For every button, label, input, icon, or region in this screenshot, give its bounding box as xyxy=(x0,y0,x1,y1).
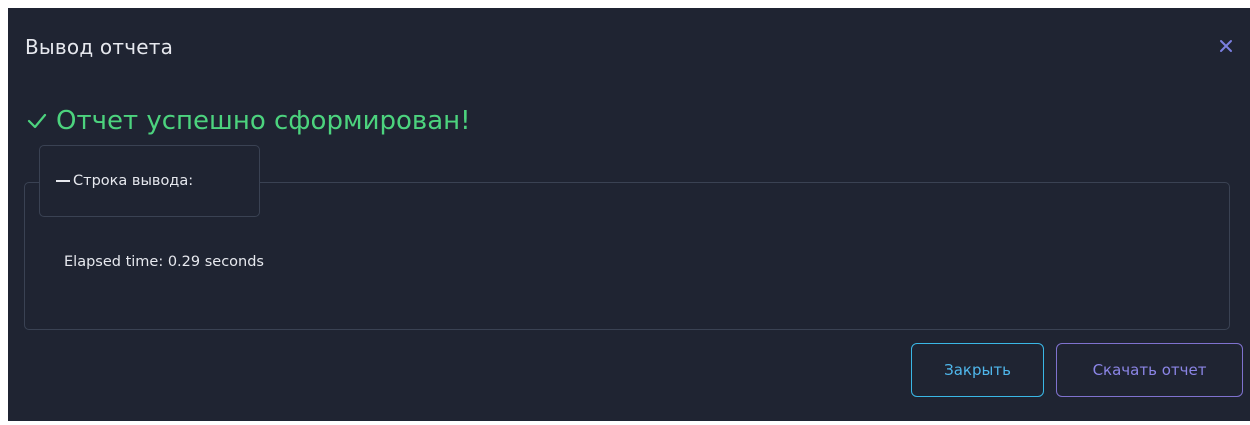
checkmark-icon xyxy=(27,113,47,129)
download-report-button[interactable]: Скачать отчет xyxy=(1056,343,1243,397)
output-legend: Строка вывода: xyxy=(39,145,260,217)
dialog-title: Вывод отчета xyxy=(25,35,174,59)
close-button[interactable]: Закрыть xyxy=(911,343,1044,397)
output-legend-label: Строка вывода: xyxy=(73,173,194,189)
output-line: Elapsed time: 0.29 seconds xyxy=(64,254,264,270)
close-icon xyxy=(1220,40,1232,52)
report-output-dialog: Вывод отчета Отчет успешно сформирован! … xyxy=(8,8,1250,421)
close-dialog-button[interactable] xyxy=(1216,36,1236,56)
success-message: Отчет успешно сформирован! xyxy=(26,101,471,141)
success-text: Отчет успешно сформирован! xyxy=(56,106,471,136)
legend-dash xyxy=(56,180,70,182)
